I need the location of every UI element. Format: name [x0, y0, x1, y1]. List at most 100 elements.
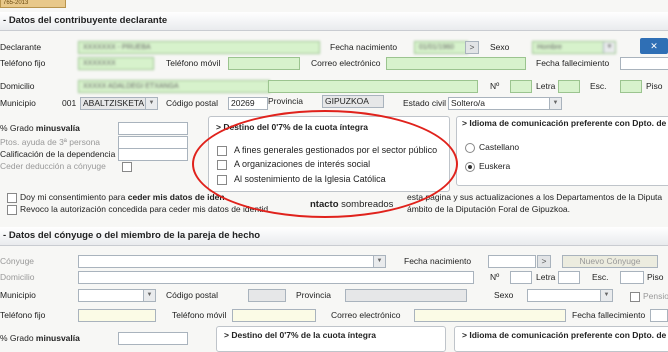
- ayuda-tercera-persona-label: Ptos. ayuda de 3ª persona: [0, 137, 101, 147]
- document-tab[interactable]: 765-2013: [0, 0, 66, 8]
- telefono-movil-field[interactable]: [228, 57, 300, 70]
- spouse-provincia-field[interactable]: [345, 289, 467, 302]
- domicilio-extra-field[interactable]: [268, 80, 478, 93]
- codigo-postal-field[interactable]: 20269: [228, 97, 268, 110]
- collapse-icon: -: [3, 230, 9, 241]
- spouse-domicilio-label: Domicilio: [0, 272, 35, 282]
- spouse-fecha-nacimiento-label: Fecha nacimiento: [404, 256, 472, 266]
- estado-civil-label: Estado civil: [403, 98, 446, 108]
- letra-label: Letra: [536, 81, 556, 91]
- piso-label: Piso: [646, 81, 663, 91]
- estado-civil-select[interactable]: Soltero/a ▼: [448, 97, 562, 110]
- spouse-municipio-select[interactable]: ▼: [78, 289, 156, 302]
- correo-label: Correo electrónico: [311, 58, 381, 68]
- codigo-postal-label: Código postal: [166, 98, 218, 108]
- municipio-code: 001: [62, 98, 77, 108]
- spouse-fecha-nacimiento-field[interactable]: [488, 255, 536, 268]
- revoke-text-continued: ámbito de la Diputación Foral de Gipuzko…: [407, 204, 571, 214]
- chevron-down-icon[interactable]: ▼: [600, 290, 612, 301]
- spouse-codigo-postal-label: Código postal: [166, 290, 218, 300]
- nuevo-conyuge-button[interactable]: Nuevo Cónyuge: [562, 255, 658, 268]
- spouse-telefono-fijo-label: Teléfono fijo: [0, 310, 46, 320]
- spouse-fecha-fallecimiento-label: Fecha fallecimiento: [572, 310, 646, 320]
- spouse-grado-minusvalia-label: % Grado minusvalía: [0, 333, 80, 343]
- declarante-field[interactable]: XXXXXXX - PRUEBA: [78, 41, 320, 54]
- revoke-text: Revoco la autorización concedida para ce…: [20, 204, 269, 214]
- spouse-municipio-label: Municipio: [0, 290, 36, 300]
- declarant-section-title: Datos del contribuyente declarante: [8, 15, 168, 26]
- chevron-down-icon[interactable]: ▼: [373, 256, 385, 267]
- chevron-down-icon[interactable]: ▼: [603, 42, 615, 53]
- spouse-numero-label: Nº: [490, 272, 500, 282]
- grado-minusvalia-field[interactable]: [118, 122, 188, 135]
- letra-field[interactable]: [558, 80, 580, 93]
- conyuge-label: Cónyuge: [0, 256, 35, 266]
- consent-text-continued: esta página y sus actualizaciones a los …: [407, 192, 663, 202]
- idioma-euskera-radio[interactable]: [465, 162, 475, 172]
- fecha-nacimiento-label: Fecha nacimiento: [330, 42, 398, 52]
- chevron-down-icon[interactable]: ▼: [145, 98, 157, 109]
- spouse-fecha-fallecimiento-field[interactable]: [650, 309, 668, 322]
- spouse-escalera-label: Esc.: [592, 272, 609, 282]
- spouse-provincia-label: Provincia: [296, 290, 331, 300]
- ceder-deduccion-label: Ceder deducción a cónyuge: [0, 161, 106, 171]
- grado-minusvalia-label: % Grado minusvalía: [0, 123, 80, 133]
- municipio-label: Municipio: [0, 98, 36, 108]
- fecha-nacimiento-field[interactable]: 01/01/1960: [414, 41, 468, 54]
- idioma-euskera-label: Euskera: [479, 161, 511, 171]
- spouse-letra-label: Letra: [536, 272, 556, 282]
- idioma-title: > Idioma de comunicación preferente con …: [462, 118, 667, 128]
- close-icon[interactable]: ✕: [640, 38, 668, 54]
- spouse-letra-field[interactable]: [558, 271, 580, 284]
- pension-checkbox[interactable]: [630, 292, 640, 302]
- sexo-label: Sexo: [490, 42, 510, 52]
- chevron-down-icon[interactable]: ▼: [143, 290, 155, 301]
- telefono-movil-label: Teléfono móvil: [166, 58, 221, 68]
- idioma-castellano-radio[interactable]: [465, 143, 475, 153]
- municipio-select[interactable]: ABALTZISKETA ▼: [80, 97, 158, 110]
- provincia-field[interactable]: GIPUZKOA: [322, 95, 384, 108]
- pension-label: Pensio: [643, 291, 668, 301]
- escalera-label: Esc.: [590, 81, 607, 91]
- spouse-sexo-select[interactable]: ▼: [527, 289, 613, 302]
- consent-checkbox[interactable]: [7, 193, 17, 203]
- spouse-idioma-title: > Idioma de comunicación preferente con …: [462, 330, 667, 340]
- fecha-nacimiento-picker-button[interactable]: >: [465, 41, 479, 54]
- chevron-down-icon[interactable]: ▼: [549, 98, 561, 109]
- fecha-fallecimiento-label: Fecha fallecimiento: [536, 58, 610, 68]
- calificacion-dependencia-field[interactable]: [118, 148, 188, 161]
- spouse-section-header[interactable]: - Datos del cónyuge o del miembro de la …: [0, 227, 668, 246]
- provincia-label: Provincia: [268, 96, 303, 106]
- spouse-fecha-picker-button[interactable]: >: [537, 255, 551, 268]
- domicilio-field[interactable]: XXXXX ADALDEGI ETXANGA: [78, 80, 270, 93]
- telefono-fijo-label: Teléfono fijo: [0, 58, 46, 68]
- spouse-destino-title: > Destino del 0'7% de la cuota íntegra: [224, 330, 376, 340]
- spouse-codigo-postal-field[interactable]: [248, 289, 286, 302]
- declarant-section-header[interactable]: - Datos del contribuyente declarante: [0, 12, 668, 31]
- spouse-sexo-label: Sexo: [494, 290, 514, 300]
- spouse-escalera-field[interactable]: [620, 271, 644, 284]
- spouse-correo-field[interactable]: [414, 309, 566, 322]
- idioma-castellano-label: Castellano: [479, 142, 520, 152]
- conyuge-select[interactable]: ▼: [78, 255, 386, 268]
- spouse-section-title: Datos del cónyuge o del miembro de la pa…: [8, 230, 261, 241]
- numero-field[interactable]: [510, 80, 532, 93]
- spouse-grado-minusvalia-field[interactable]: [118, 332, 188, 345]
- sexo-select[interactable]: Hombre ▼: [532, 41, 616, 54]
- spouse-piso-label: Piso: [647, 272, 664, 282]
- ceder-deduccion-checkbox[interactable]: [122, 162, 132, 172]
- spouse-domicilio-field[interactable]: [78, 271, 474, 284]
- escalera-field[interactable]: [620, 80, 642, 93]
- spouse-telefono-movil-field[interactable]: [232, 309, 316, 322]
- revoke-checkbox[interactable]: [7, 205, 17, 215]
- consent-text: Doy mi consentimiento para ceder mis dat…: [20, 192, 225, 202]
- telefono-fijo-field[interactable]: XXXXXXX: [78, 57, 154, 70]
- spouse-numero-field[interactable]: [510, 271, 532, 284]
- spouse-telefono-fijo-field[interactable]: [78, 309, 156, 322]
- fecha-fallecimiento-field[interactable]: [620, 57, 668, 70]
- domicilio-label: Domicilio: [0, 81, 35, 91]
- numero-label: Nº: [490, 81, 500, 91]
- correo-field[interactable]: [386, 57, 526, 70]
- collapse-icon: -: [3, 15, 9, 26]
- declarante-label: Declarante: [0, 42, 42, 52]
